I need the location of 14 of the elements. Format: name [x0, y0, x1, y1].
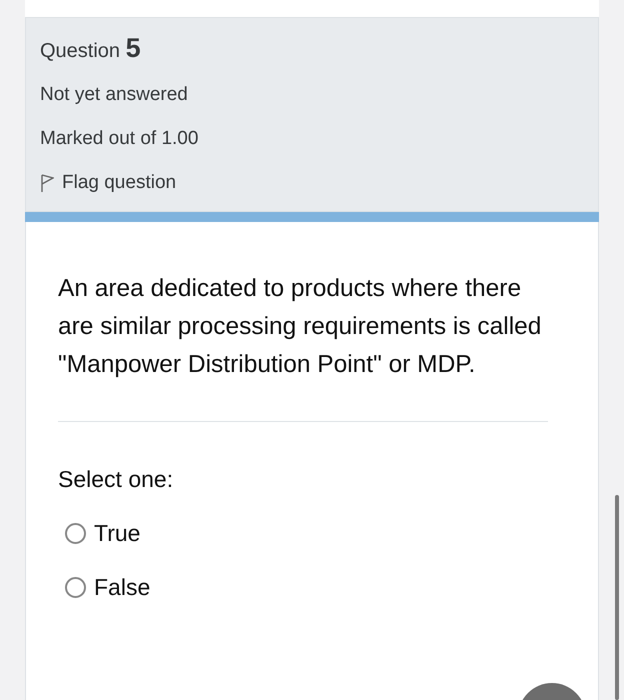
flag-question-link[interactable]: Flag question: [40, 171, 176, 195]
question-title: Question 5: [40, 36, 142, 63]
question-text: An area dedicated to products where there are similar processing requirements is called "Manpower Distribution Point" or MDP.: [58, 274, 542, 380]
flag-icon: [40, 173, 54, 193]
answer-option[interactable]: True: [58, 506, 140, 560]
radio-button[interactable]: [65, 522, 86, 544]
scrollbar-thumb[interactable]: [615, 495, 619, 700]
question-status: Not yet answered: [40, 83, 189, 107]
question-marks: Marked out of 1.00: [40, 127, 200, 151]
option-label: True: [94, 519, 140, 548]
select-one-prompt: Select one:: [58, 465, 174, 494]
option-label: False: [94, 573, 150, 602]
answer-option[interactable]: False: [58, 560, 150, 614]
radio-button[interactable]: [65, 576, 86, 598]
